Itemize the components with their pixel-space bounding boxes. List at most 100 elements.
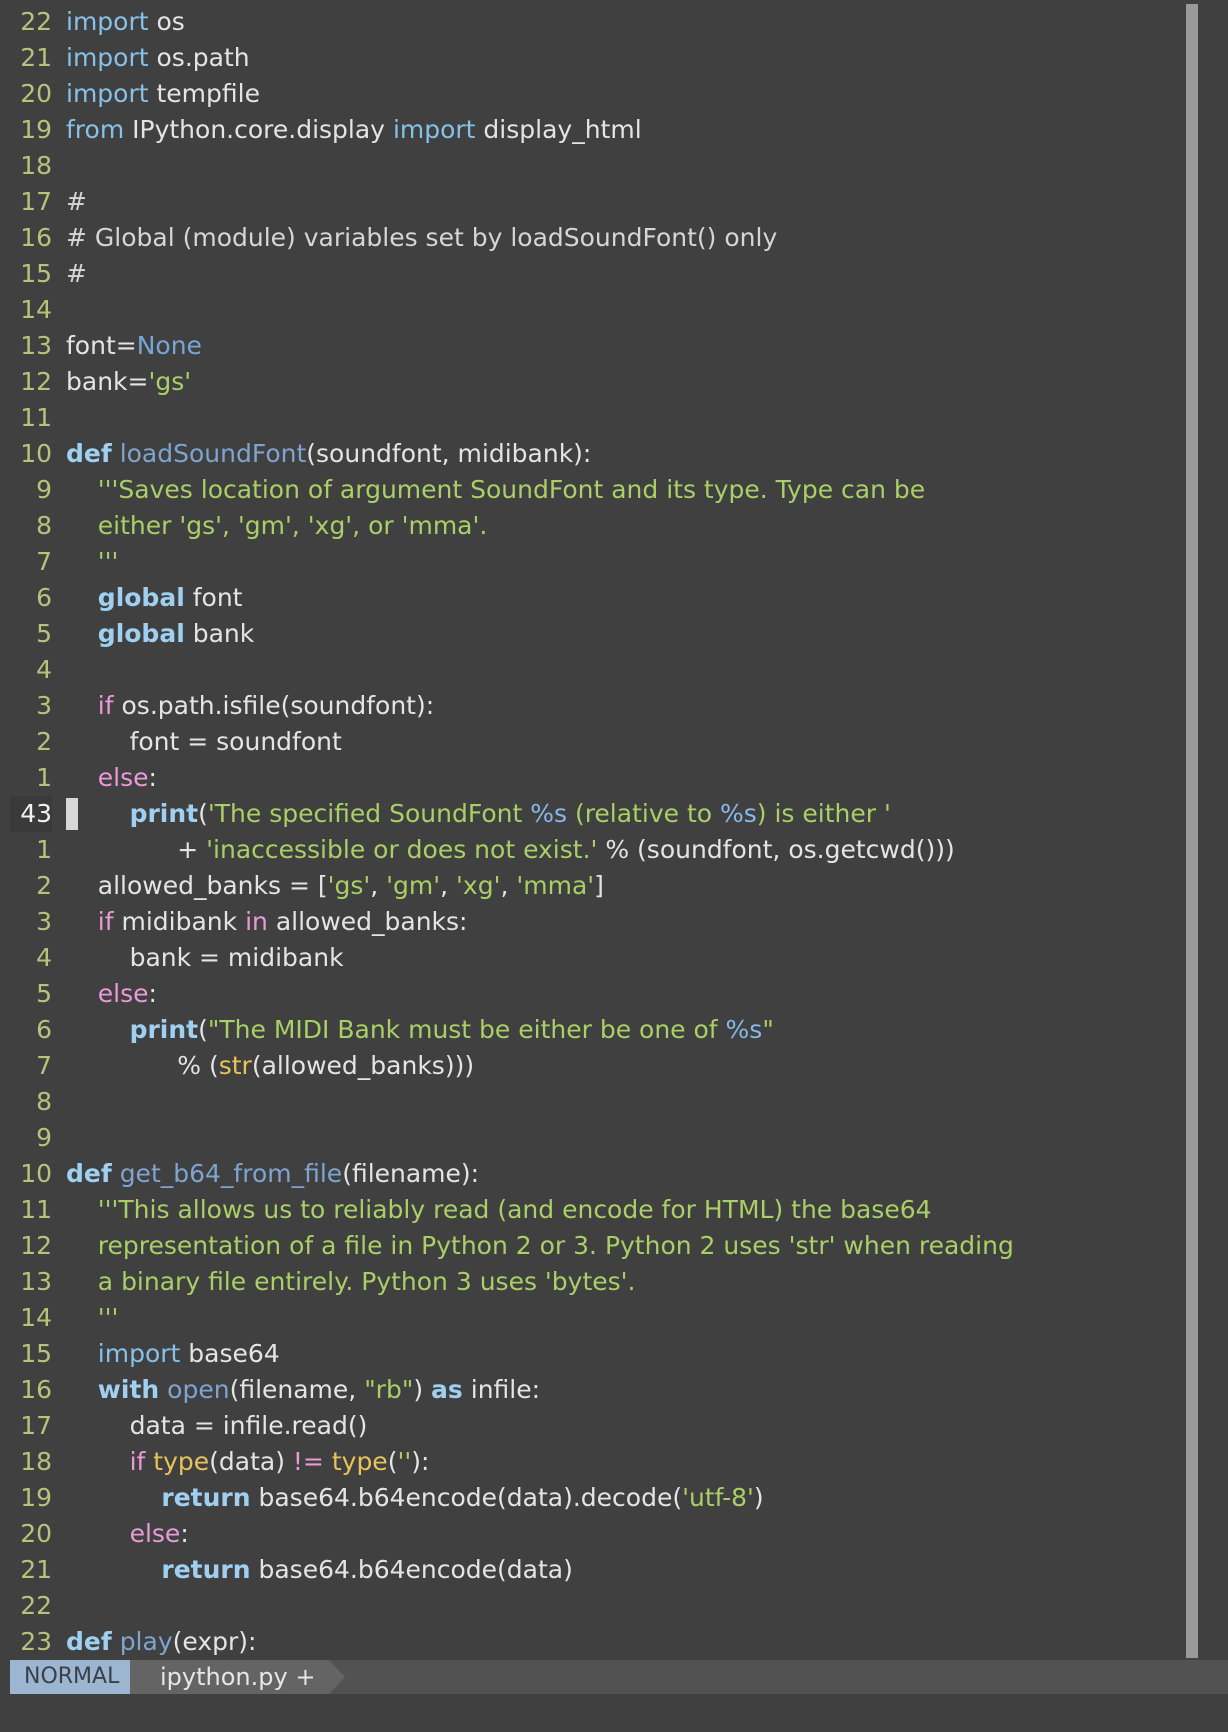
line-number: 9	[36, 1123, 52, 1152]
code-line[interactable]: 20 else:	[10, 1516, 1185, 1552]
line-number: 21	[20, 1555, 52, 1584]
code-line[interactable]: 18 if type(data) != type(''):	[10, 1444, 1185, 1480]
code-line[interactable]: 17 data = infile.read()	[10, 1408, 1185, 1444]
code-line[interactable]: 9	[10, 1120, 1185, 1156]
code-token: if	[129, 1447, 146, 1476]
code-token: base64.b64encode(data)	[250, 1555, 573, 1584]
line-number: 14	[20, 295, 52, 324]
code-line[interactable]: 21 import os.path	[10, 40, 1185, 76]
code-line[interactable]: 8	[10, 1084, 1185, 1120]
code-line[interactable]: 12 representation of a file in Python 2 …	[10, 1228, 1185, 1264]
code-line[interactable]: 22 import os	[10, 4, 1185, 40]
code-token: return	[161, 1483, 251, 1512]
code-text: print("The MIDI Bank must be either be o…	[66, 1012, 774, 1048]
code-text: # Global (module) variables set by loadS…	[66, 220, 777, 256]
code-text: #	[66, 184, 87, 220]
code-line[interactable]: 15 import base64	[10, 1336, 1185, 1372]
code-token: global	[97, 583, 185, 612]
line-number: 5	[36, 619, 52, 648]
code-line[interactable]: 20 import tempfile	[10, 76, 1185, 112]
line-number: 22	[20, 1591, 52, 1620]
code-line[interactable]: 5 global bank	[10, 616, 1185, 652]
code-line[interactable]: 16 with open(filename, "rb") as infile:	[10, 1372, 1185, 1408]
code-token: ,	[500, 871, 517, 900]
code-line[interactable]: 7 % (str(allowed_banks)))	[10, 1048, 1185, 1084]
code-token: play	[119, 1627, 173, 1656]
code-line[interactable]: 3 if os.path.isfile(soundfont):	[10, 688, 1185, 724]
code-line[interactable]: 19 return base64.b64encode(data).decode(…	[10, 1480, 1185, 1516]
code-line[interactable]: 2 font = soundfont	[10, 724, 1185, 760]
code-token: allowed_banks:	[267, 907, 468, 936]
code-line[interactable]: 11	[10, 400, 1185, 436]
code-line[interactable]: 18	[10, 148, 1185, 184]
code-line[interactable]: 14 '''	[10, 1300, 1185, 1336]
line-number: 19	[20, 1483, 52, 1512]
code-token: )	[753, 1483, 764, 1512]
code-line[interactable]: 19 from IPython.core.display import displ…	[10, 112, 1185, 148]
code-token: base64	[180, 1339, 280, 1368]
code-token: ,	[440, 871, 457, 900]
code-line[interactable]: 17 #	[10, 184, 1185, 220]
code-line[interactable]: 9 '''Saves location of argument SoundFon…	[10, 472, 1185, 508]
code-line[interactable]: 13 font=None	[10, 328, 1185, 364]
code-line[interactable]: 4	[10, 652, 1185, 688]
line-number: 23	[20, 1627, 52, 1656]
code-line[interactable]: 8 either 'gs', 'gm', 'xg', or 'mma'.	[10, 508, 1185, 544]
code-token: 'xg'	[456, 871, 501, 900]
line-number: 20	[20, 1519, 52, 1548]
code-line[interactable]: 3 if midibank in allowed_banks:	[10, 904, 1185, 940]
line-number: 19	[20, 115, 52, 144]
code-token: '''This allows us to reliably read (and …	[97, 1195, 932, 1224]
code-line[interactable]: 1 + 'inaccessible or does not exist.' % …	[10, 832, 1185, 868]
code-line[interactable]: 5 else:	[10, 976, 1185, 1012]
code-line[interactable]: 2 allowed_banks = ['gs', 'gm', 'xg', 'mm…	[10, 868, 1185, 904]
line-number: 6	[36, 583, 52, 612]
code-token: 'The specified SoundFont	[207, 799, 531, 828]
code-line[interactable]: 10 def loadSoundFont(soundfont, midibank)…	[10, 436, 1185, 472]
code-line[interactable]: 12 bank='gs'	[10, 364, 1185, 400]
code-token: (filename,	[229, 1375, 365, 1404]
code-line[interactable]: 23 def play(expr):	[10, 1624, 1185, 1658]
line-number: 10	[20, 1159, 52, 1188]
code-token: if	[97, 907, 114, 936]
code-line-current[interactable]: 43 print('The specified SoundFont %s (re…	[10, 796, 1185, 832]
code-text: import base64	[66, 1336, 280, 1372]
code-line[interactable]: 11 '''This allows us to reliably read (a…	[10, 1192, 1185, 1228]
code-line[interactable]: 1 else:	[10, 760, 1185, 796]
code-line[interactable]: 21 return base64.b64encode(data)	[10, 1552, 1185, 1588]
code-text: else:	[66, 976, 157, 1012]
code-editor[interactable]: 22 import os 21 import os.path 20 import temp…	[10, 4, 1185, 1658]
code-line[interactable]: 15 #	[10, 256, 1185, 292]
code-token: font=	[66, 331, 137, 360]
code-line[interactable]: 6 print("The MIDI Bank must be either be…	[10, 1012, 1185, 1048]
code-line[interactable]: 7 '''	[10, 544, 1185, 580]
code-line[interactable]: 22	[10, 1588, 1185, 1624]
line-number: 4	[36, 655, 52, 684]
code-line[interactable]: 13 a binary file entirely. Python 3 uses…	[10, 1264, 1185, 1300]
code-token: with	[97, 1375, 160, 1404]
command-line[interactable]	[0, 1694, 1228, 1732]
line-number: 14	[20, 1303, 52, 1332]
code-token: type	[153, 1447, 210, 1476]
code-text: font = soundfont	[66, 724, 342, 760]
code-line[interactable]: 6 global font	[10, 580, 1185, 616]
code-line[interactable]: 16 # Global (module) variables set by loa…	[10, 220, 1185, 256]
code-token: else	[129, 1519, 181, 1548]
code-token: str	[218, 1051, 252, 1080]
code-line[interactable]: 4 bank = midibank	[10, 940, 1185, 976]
scrollbar[interactable]	[1186, 4, 1198, 1658]
code-line[interactable]: 10 def get_b64_from_file(filename):	[10, 1156, 1185, 1192]
code-line[interactable]: 14	[10, 292, 1185, 328]
code-token: IPython.core.display	[124, 115, 393, 144]
line-number: 43	[10, 796, 52, 832]
